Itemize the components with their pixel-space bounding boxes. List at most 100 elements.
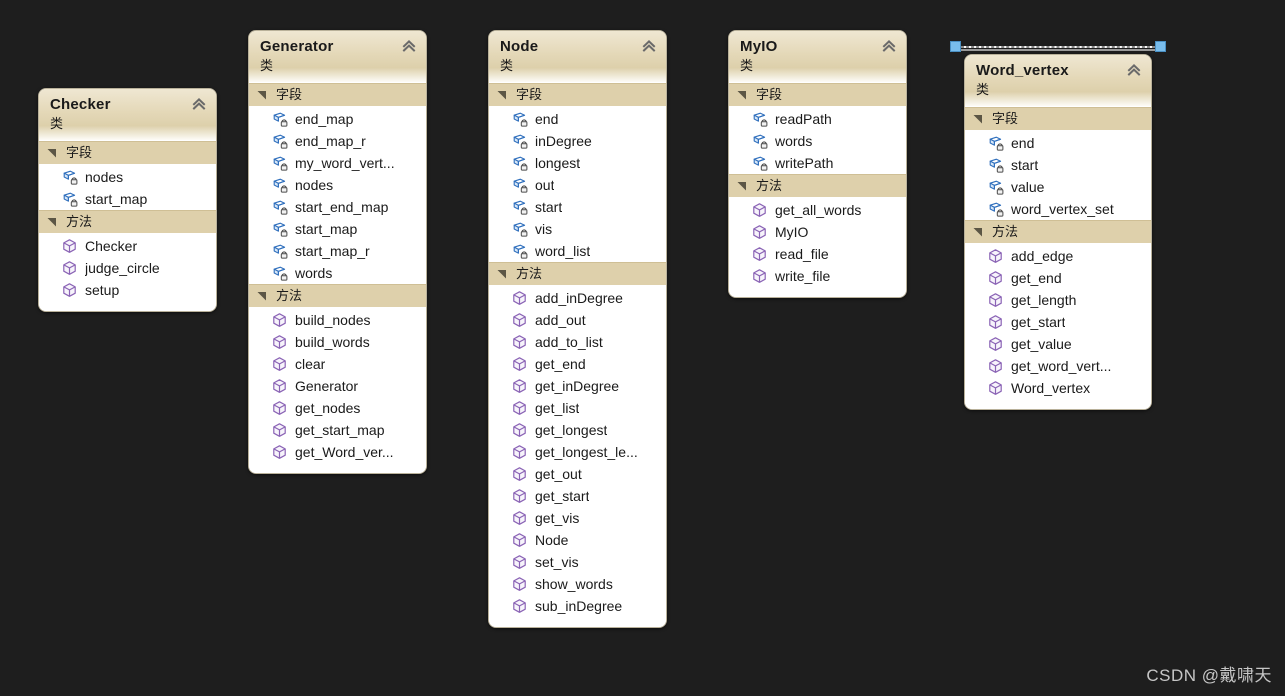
section-header-fields[interactable]: 字段 bbox=[729, 83, 906, 106]
member-row[interactable]: end bbox=[965, 132, 1151, 154]
member-row[interactable]: get_Word_ver... bbox=[249, 441, 426, 463]
member-row[interactable]: start bbox=[965, 154, 1151, 176]
member-row[interactable]: my_word_vert... bbox=[249, 152, 426, 174]
section-header-methods[interactable]: 方法 bbox=[489, 262, 666, 285]
member-row[interactable]: Word_vertex bbox=[965, 377, 1151, 399]
member-row[interactable]: value bbox=[965, 176, 1151, 198]
member-row[interactable]: MyIO bbox=[729, 221, 906, 243]
class-card-myio[interactable]: MyIO 类字段 readPath words writePath 方法 get_all_w… bbox=[728, 30, 907, 298]
triangle-collapse-icon[interactable] bbox=[257, 291, 267, 301]
member-row[interactable]: writePath bbox=[729, 152, 906, 174]
class-card-checker[interactable]: Checker 类字段 nodes start_map 方法 Checker judge_c… bbox=[38, 88, 217, 312]
class-card-header[interactable]: Generator 类 bbox=[249, 31, 426, 83]
section-header-fields[interactable]: 字段 bbox=[249, 83, 426, 106]
member-row[interactable]: get_list bbox=[489, 397, 666, 419]
triangle-collapse-icon[interactable] bbox=[737, 181, 747, 191]
double-chevron-up-icon[interactable] bbox=[191, 96, 207, 112]
method-cube-icon bbox=[511, 378, 528, 394]
member-row[interactable]: word_vertex_set bbox=[965, 198, 1151, 220]
member-row[interactable]: nodes bbox=[39, 166, 216, 188]
member-row[interactable]: words bbox=[729, 130, 906, 152]
member-row[interactable]: get_inDegree bbox=[489, 375, 666, 397]
triangle-collapse-icon[interactable] bbox=[737, 90, 747, 100]
member-row[interactable]: end bbox=[489, 108, 666, 130]
member-row[interactable]: add_inDegree bbox=[489, 287, 666, 309]
triangle-collapse-icon[interactable] bbox=[47, 217, 57, 227]
member-row[interactable]: setup bbox=[39, 279, 216, 301]
method-cube-icon bbox=[511, 400, 528, 416]
member-row[interactable]: start_map_r bbox=[249, 240, 426, 262]
member-row[interactable]: end_map_r bbox=[249, 130, 426, 152]
member-row[interactable]: show_words bbox=[489, 573, 666, 595]
member-row[interactable]: get_start bbox=[965, 311, 1151, 333]
resize-handle-left[interactable] bbox=[950, 41, 961, 52]
member-row[interactable]: get_nodes bbox=[249, 397, 426, 419]
section-header-fields[interactable]: 字段 bbox=[489, 83, 666, 106]
member-list: get_all_words MyIO read_file write_file bbox=[729, 197, 906, 297]
member-row[interactable]: add_to_list bbox=[489, 331, 666, 353]
class-card-node[interactable]: Node 类字段 end inDegree longest out start vis word… bbox=[488, 30, 667, 628]
member-row[interactable]: add_out bbox=[489, 309, 666, 331]
member-row[interactable]: start bbox=[489, 196, 666, 218]
member-row[interactable]: set_vis bbox=[489, 551, 666, 573]
triangle-collapse-icon[interactable] bbox=[973, 114, 983, 124]
double-chevron-up-icon[interactable] bbox=[881, 38, 897, 54]
member-row[interactable]: build_nodes bbox=[249, 309, 426, 331]
member-row[interactable]: start_end_map bbox=[249, 196, 426, 218]
triangle-collapse-icon[interactable] bbox=[257, 90, 267, 100]
class-card-header[interactable]: Word_vertex 类 bbox=[965, 55, 1151, 107]
member-row[interactable]: nodes bbox=[249, 174, 426, 196]
member-row[interactable]: get_vis bbox=[489, 507, 666, 529]
member-row[interactable]: out bbox=[489, 174, 666, 196]
double-chevron-up-icon[interactable] bbox=[1126, 62, 1142, 78]
member-row[interactable]: get_out bbox=[489, 463, 666, 485]
member-row[interactable]: start_map bbox=[249, 218, 426, 240]
member-row[interactable]: Node bbox=[489, 529, 666, 551]
member-row[interactable]: sub_inDegree bbox=[489, 595, 666, 617]
section-header-methods[interactable]: 方法 bbox=[39, 210, 216, 233]
resize-handle-right[interactable] bbox=[1155, 41, 1166, 52]
triangle-collapse-icon[interactable] bbox=[973, 227, 983, 237]
member-row[interactable]: word_list bbox=[489, 240, 666, 262]
triangle-collapse-icon[interactable] bbox=[497, 269, 507, 279]
member-row[interactable]: judge_circle bbox=[39, 257, 216, 279]
member-row[interactable]: get_end bbox=[965, 267, 1151, 289]
class-card-word_vertex[interactable]: Word_vertex 类字段 end start value word_vertex_s… bbox=[964, 54, 1152, 410]
class-card-header[interactable]: Node 类 bbox=[489, 31, 666, 83]
member-row[interactable]: get_all_words bbox=[729, 199, 906, 221]
member-row[interactable]: add_edge bbox=[965, 245, 1151, 267]
member-row[interactable]: inDegree bbox=[489, 130, 666, 152]
section-header-methods[interactable]: 方法 bbox=[965, 220, 1151, 243]
member-row[interactable]: Generator bbox=[249, 375, 426, 397]
member-row[interactable]: get_longest_le... bbox=[489, 441, 666, 463]
member-row[interactable]: end_map bbox=[249, 108, 426, 130]
member-row[interactable]: longest bbox=[489, 152, 666, 174]
triangle-collapse-icon[interactable] bbox=[497, 90, 507, 100]
member-row[interactable]: start_map bbox=[39, 188, 216, 210]
double-chevron-up-icon[interactable] bbox=[641, 38, 657, 54]
member-row[interactable]: get_word_vert... bbox=[965, 355, 1151, 377]
double-chevron-up-icon[interactable] bbox=[401, 38, 417, 54]
member-row[interactable]: get_value bbox=[965, 333, 1151, 355]
member-row[interactable]: clear bbox=[249, 353, 426, 375]
member-row[interactable]: get_length bbox=[965, 289, 1151, 311]
member-row[interactable]: read_file bbox=[729, 243, 906, 265]
triangle-collapse-icon[interactable] bbox=[47, 148, 57, 158]
member-row[interactable]: readPath bbox=[729, 108, 906, 130]
section-header-methods[interactable]: 方法 bbox=[729, 174, 906, 197]
member-row[interactable]: Checker bbox=[39, 235, 216, 257]
member-row[interactable]: words bbox=[249, 262, 426, 284]
member-row[interactable]: write_file bbox=[729, 265, 906, 287]
class-card-header[interactable]: MyIO 类 bbox=[729, 31, 906, 83]
section-header-fields[interactable]: 字段 bbox=[39, 141, 216, 164]
section-header-fields[interactable]: 字段 bbox=[965, 107, 1151, 130]
member-row[interactable]: build_words bbox=[249, 331, 426, 353]
class-card-generator[interactable]: Generator 类字段 end_map end_map_r my_word_vert… bbox=[248, 30, 427, 474]
class-card-header[interactable]: Checker 类 bbox=[39, 89, 216, 141]
member-row[interactable]: vis bbox=[489, 218, 666, 240]
section-header-methods[interactable]: 方法 bbox=[249, 284, 426, 307]
member-row[interactable]: get_start bbox=[489, 485, 666, 507]
member-row[interactable]: get_longest bbox=[489, 419, 666, 441]
member-row[interactable]: get_end bbox=[489, 353, 666, 375]
member-row[interactable]: get_start_map bbox=[249, 419, 426, 441]
